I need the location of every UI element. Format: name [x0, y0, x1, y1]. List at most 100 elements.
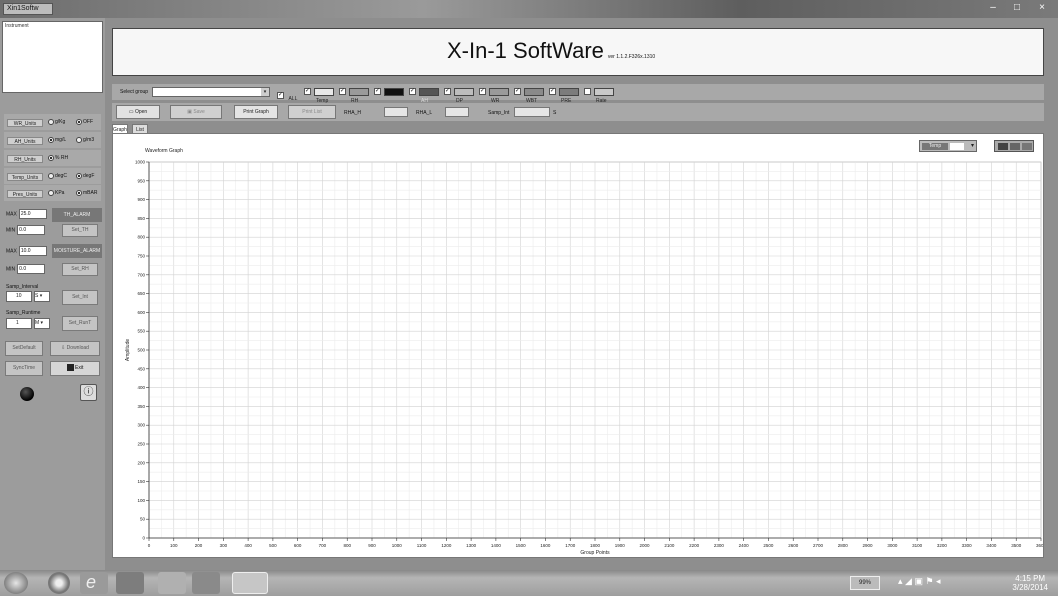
y-tick-label: 250 [137, 442, 145, 447]
y-tick-label: 950 [137, 178, 145, 183]
chrome-icon[interactable] [48, 572, 70, 594]
channel-color-swatch[interactable]: Rate [594, 88, 614, 104]
print-list-button[interactable]: Print List [288, 105, 336, 119]
channel-color-swatch[interactable]: DP [454, 88, 474, 104]
channel-checkbox[interactable]: ✓ [549, 88, 556, 95]
y-tick-label: 100 [137, 498, 145, 503]
save-button[interactable]: ▣ Save [170, 105, 222, 119]
checkbox[interactable]: ✓ [277, 92, 284, 100]
close-button[interactable]: × [1030, 2, 1054, 16]
y-tick-label: 750 [137, 254, 145, 259]
x-tick-label: 3500 [1011, 543, 1022, 548]
moist-min-input[interactable]: 0.0 [17, 264, 46, 274]
channel-color-swatch[interactable]: PRE [559, 88, 579, 104]
minimize-button[interactable]: – [982, 2, 1004, 16]
unit-radio[interactable]: degC [48, 172, 67, 180]
samp-interval-unit-select[interactable]: S ▾ [34, 291, 50, 302]
exit-icon [66, 364, 74, 372]
download-button[interactable]: ⇩ Download [50, 341, 100, 356]
channel-checkbox[interactable]: ✓ [304, 88, 311, 95]
th-min-input[interactable]: 0.0 [17, 225, 46, 235]
zoom-indicator[interactable]: 99% [850, 576, 880, 590]
moisture-alarm-header: MOISTURE_ALARM [52, 244, 102, 258]
start-button[interactable] [4, 572, 28, 594]
unit-radio[interactable]: degF [76, 172, 94, 180]
channel-color-swatch[interactable]: WBT [524, 88, 544, 104]
samp-int-input[interactable] [514, 107, 550, 117]
y-tick-label: 450 [137, 366, 145, 371]
channel-color-swatch[interactable]: AH [419, 88, 439, 104]
x-tick-label: 3000 [887, 543, 898, 548]
channel-checkbox[interactable]: ✓ [409, 88, 416, 95]
x-tick-label: 0 [148, 543, 151, 548]
save-icon: ▣ [187, 109, 192, 115]
samp-runtime-unit-select[interactable]: M ▾ [34, 318, 50, 329]
samp-runtime-label: Samp_Runtime [6, 310, 41, 316]
unit-radio[interactable]: g/m3 [76, 136, 94, 144]
select-group-dropdown[interactable]: ▾ [152, 87, 270, 97]
channel-checkbox[interactable]: ✓ [339, 88, 346, 95]
channel-checkbox[interactable] [584, 88, 591, 95]
folder-icon: ▭ [128, 109, 134, 115]
help-button[interactable]: ⓘ [80, 384, 97, 401]
waveform-graph-panel: Temp ▾ 0 100 200 300 400 500 600 700 800 900 1000 1… [112, 133, 1044, 558]
samp-interval-spinner[interactable]: 10 [6, 291, 32, 302]
excel-icon[interactable] [192, 572, 220, 594]
rha-l-input[interactable] [445, 107, 469, 117]
set-default-button[interactable]: SetDefault [5, 341, 43, 356]
set-runt-button[interactable]: Set_RunT [62, 316, 98, 331]
samp-interval-label: Samp_Interval [6, 284, 39, 290]
channel-checkbox[interactable]: ✓ [514, 88, 521, 95]
maximize-button[interactable]: □ [1006, 2, 1028, 16]
set-int-button[interactable]: Set_Int [62, 290, 98, 305]
samp-runtime-spinner[interactable]: 1 [6, 318, 32, 329]
moist-max-input[interactable]: 10.0 [18, 246, 47, 256]
channel-color-swatch[interactable]: WR [489, 88, 509, 104]
unit-radio[interactable]: % RH [48, 154, 68, 162]
channel-checkbox[interactable]: ✓ [479, 88, 486, 95]
y-tick-label: 600 [137, 310, 145, 315]
system-clock[interactable]: 4:15 PM 3/28/2014 [1012, 574, 1048, 592]
x-tick-label: 200 [195, 543, 203, 548]
print-graph-button[interactable]: Print Graph [234, 105, 278, 119]
app-tab[interactable]: Xin1Softw [3, 3, 53, 15]
rha-l-label: RHA_L [416, 110, 433, 116]
channel-checkbox[interactable]: ✓ [444, 88, 451, 95]
samp-interval-value: 10 [16, 293, 22, 299]
tray-icons[interactable]: ▴ ◢ ▣ ⚑ ◂ [898, 576, 941, 587]
channel-color-swatch[interactable]: RH [349, 88, 369, 104]
unit-label: Temp_Units [7, 173, 43, 181]
channel-checkbox[interactable]: ✓ [374, 88, 381, 95]
th-max-row: MAX 25.0 [6, 209, 47, 219]
th-max-input[interactable]: 25.0 [18, 209, 47, 219]
y-tick-label: 200 [137, 460, 145, 465]
unit-radio[interactable]: mBAR [76, 189, 97, 197]
exit-button[interactable]: Exit [50, 361, 100, 376]
internet-explorer-icon[interactable]: e [80, 572, 108, 594]
file-explorer-icon[interactable] [158, 572, 186, 594]
unit-row: WR_Units g/Kg OFF [4, 114, 101, 130]
channel-color-swatch[interactable]: Temp [314, 88, 334, 104]
open-button[interactable]: ▭ Open [116, 105, 160, 119]
x-tick-label: 2900 [863, 543, 874, 548]
x-tick-label: 500 [269, 543, 277, 548]
rha-h-input[interactable] [384, 107, 408, 117]
x-tick-label: 100 [170, 543, 178, 548]
set-rh-button[interactable]: Set_RH [62, 263, 98, 276]
samp-runtime-unit: M [35, 320, 40, 326]
y-tick-label: 400 [137, 385, 145, 390]
unit-radio[interactable]: g/Kg [48, 118, 65, 126]
app-header: X-In-1 SoftWare ver 1.1.2.F326x.1310 [112, 28, 1044, 76]
channel-color-swatch[interactable] [384, 88, 404, 96]
sync-time-button[interactable]: SyncTime [5, 361, 43, 376]
y-tick-label: 300 [137, 423, 145, 428]
min-label: MIN [6, 227, 16, 234]
set-th-button[interactable]: Set_TH [62, 224, 98, 237]
unit-radio[interactable]: mg/L [48, 136, 66, 144]
x-tick-label: 800 [343, 543, 351, 548]
unit-radio[interactable]: OFF [76, 118, 93, 126]
outlook-icon[interactable] [116, 572, 144, 594]
instrument-list[interactable]: Instrument [2, 21, 103, 93]
unit-radio[interactable]: KPa [48, 189, 64, 197]
xin1-app-taskbar-button[interactable] [232, 572, 268, 594]
